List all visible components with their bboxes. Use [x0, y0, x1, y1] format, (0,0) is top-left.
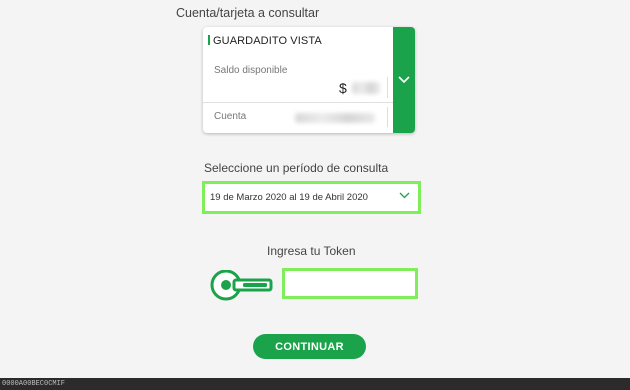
balance-divider	[387, 77, 388, 98]
account-name-marker	[208, 35, 210, 45]
account-card[interactable]: GUARDADITO VISTA Saldo disponible $ Cuen…	[203, 27, 415, 133]
chevron-down-icon	[398, 76, 410, 84]
key-icon	[210, 270, 273, 301]
token-input[interactable]	[282, 268, 418, 299]
chevron-down-icon	[399, 192, 410, 199]
balance-value-masked	[352, 82, 380, 94]
account-section-label: Cuenta/tarjeta a consultar	[176, 6, 320, 20]
card-divider	[203, 102, 393, 103]
account-name: GUARDADITO VISTA	[208, 35, 322, 47]
footer-bar: 0000A00BEC0CMIF	[0, 378, 630, 390]
continue-button[interactable]: CONTINUAR	[253, 334, 366, 359]
account-divider	[387, 107, 388, 127]
account-name-text: GUARDADITO VISTA	[213, 35, 322, 47]
account-number-label: Cuenta	[214, 111, 247, 122]
currency-symbol: $	[339, 80, 347, 96]
balance-label: Saldo disponible	[214, 65, 288, 76]
period-select[interactable]: 19 de Marzo 2020 al 19 de Abril 2020	[202, 181, 421, 214]
card-expand-button[interactable]	[393, 27, 415, 133]
period-selected-value: 19 de Marzo 2020 al 19 de Abril 2020	[210, 192, 368, 203]
period-section-label: Seleccione un período de consulta	[204, 161, 389, 175]
token-section-label: Ingresa tu Token	[267, 244, 356, 258]
account-number-masked	[295, 113, 375, 123]
